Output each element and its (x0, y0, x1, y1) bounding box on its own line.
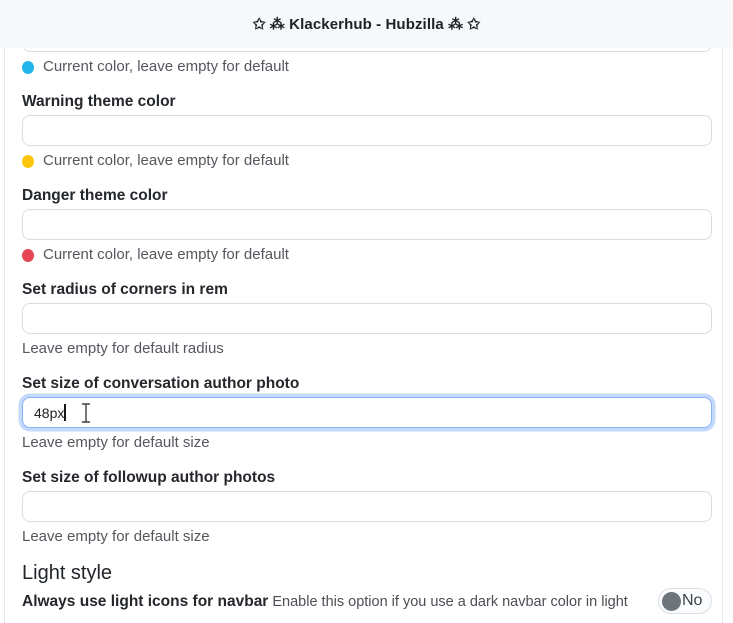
page-title: ✩ ⁂ Klackerhub - Hubzilla ⁂ ✩ (253, 15, 480, 33)
field-help: Leave empty for default radius (22, 339, 712, 359)
field-help: Leave empty for default size (22, 527, 712, 547)
info-color-dot-icon (22, 61, 34, 74)
field-label: Danger theme color (22, 186, 712, 206)
conversation-photo-size-input[interactable] (22, 397, 712, 428)
ibeam-cursor-icon (80, 401, 92, 425)
field-group-warning-color: Warning theme color Current color, leave… (22, 92, 712, 171)
text-caret (64, 404, 66, 421)
corner-radius-input[interactable] (22, 303, 712, 334)
field-help: Current color, leave empty for default (22, 245, 712, 265)
navbar-light-icons-toggle[interactable]: No (658, 588, 712, 614)
navbar-light-icons-text: Always use light icons for navbar Enable… (22, 591, 658, 613)
followup-photo-size-input[interactable] (22, 491, 712, 522)
navbar-light-icons-label: Always use light icons for navbar (22, 593, 268, 610)
toggle-knob-icon (662, 592, 681, 611)
field-help-text: Leave empty for default radius (22, 339, 224, 359)
field-group-danger-color: Danger theme color Current color, leave … (22, 186, 712, 265)
field-label: Set radius of corners in rem (22, 280, 712, 300)
danger-theme-color-input[interactable] (22, 209, 712, 240)
warning-theme-color-input[interactable] (22, 115, 712, 146)
field-help: Current color, leave empty for default (22, 57, 712, 77)
field-help-text: Leave empty for default size (22, 527, 210, 547)
page-header: ✩ ⁂ Klackerhub - Hubzilla ⁂ ✩ (0, 0, 733, 48)
navbar-light-icons-description: Enable this option if you use a dark nav… (272, 594, 627, 610)
field-group-conversation-photo-size: Set size of conversation author photo Le… (22, 374, 712, 453)
settings-panel: Current color, leave empty for default W… (4, 0, 723, 623)
field-label: Set size of conversation author photo (22, 374, 712, 394)
field-label: Warning theme color (22, 92, 712, 112)
section-heading-light-style: Light style (22, 560, 712, 586)
navbar-light-icons-row: Always use light icons for navbar Enable… (22, 588, 712, 614)
field-help-text: Leave empty for default size (22, 433, 210, 453)
field-help-text: Current color, leave empty for default (43, 57, 289, 77)
field-group-corner-radius: Set radius of corners in rem Leave empty… (22, 280, 712, 359)
field-label: Set size of followup author photos (22, 468, 712, 488)
field-help-text: Current color, leave empty for default (43, 245, 289, 265)
field-help: Leave empty for default size (22, 433, 712, 453)
danger-color-dot-icon (22, 249, 34, 262)
toggle-state-label: No (682, 592, 702, 610)
field-help-text: Current color, leave empty for default (43, 151, 289, 171)
field-group-followup-photo-size: Set size of followup author photos Leave… (22, 468, 712, 547)
warning-color-dot-icon (22, 155, 34, 168)
field-help: Current color, leave empty for default (22, 151, 712, 171)
